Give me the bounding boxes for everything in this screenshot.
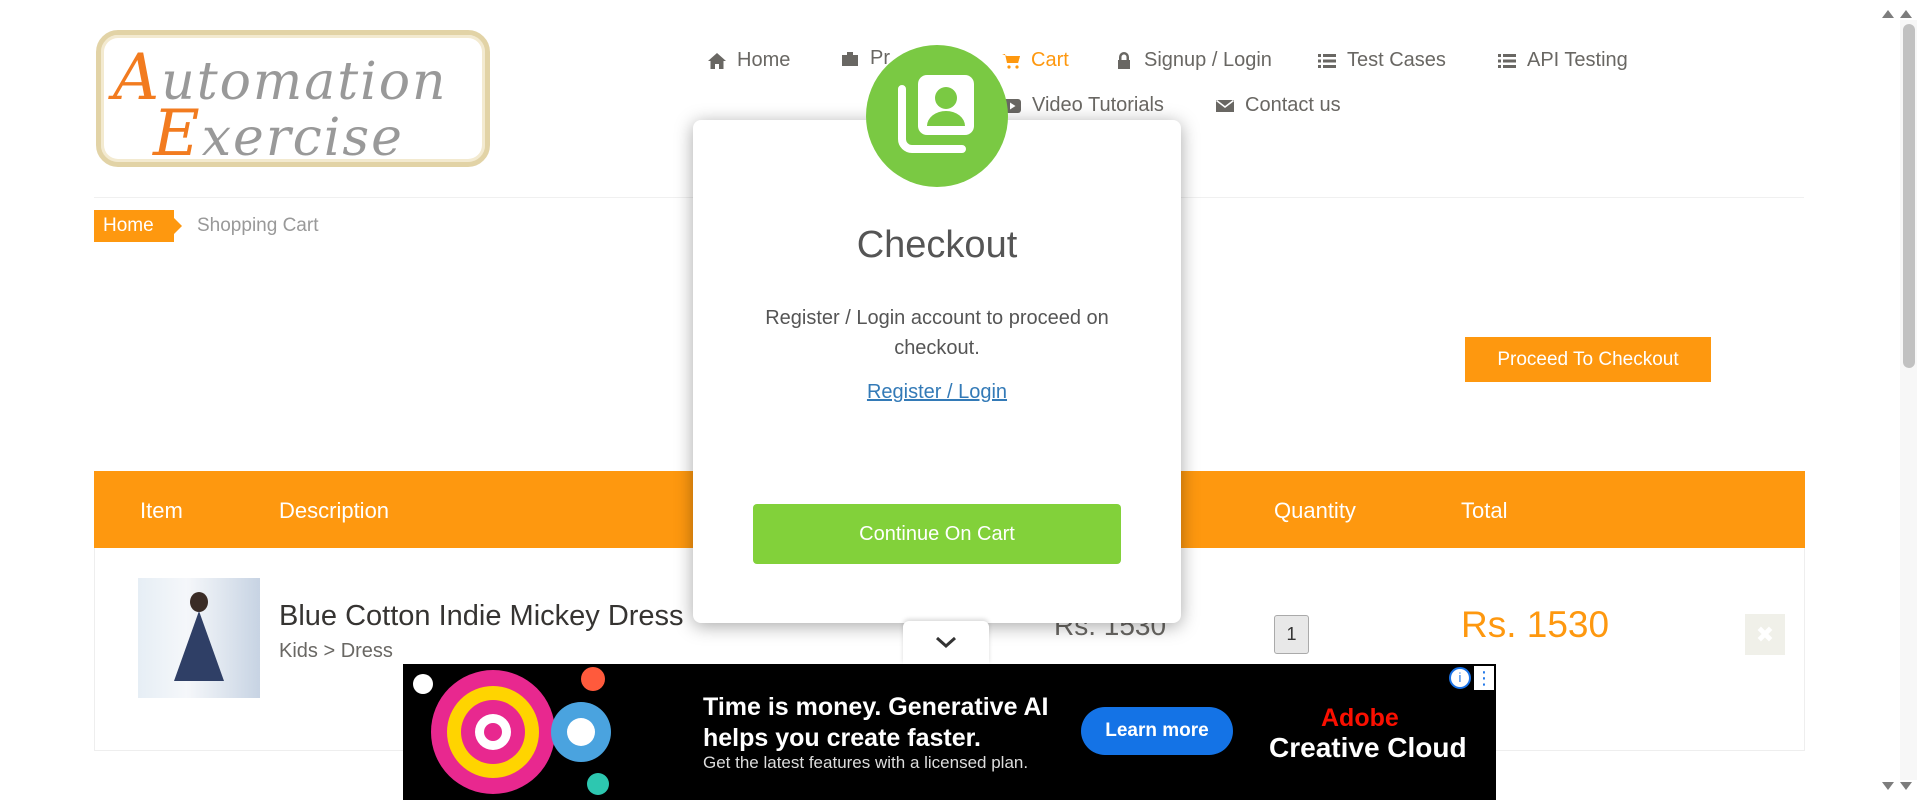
line-total: Rs. 1530	[1461, 604, 1610, 645]
product-image-figure-dress	[174, 611, 224, 681]
breadcrumb-home[interactable]: Home	[94, 210, 182, 242]
header-quantity: Quantity	[1274, 498, 1356, 523]
modal-title: Checkout	[856, 224, 1018, 266]
modal-message: Register / Login account to proceed on c…	[765, 307, 1109, 359]
continue-on-cart-button[interactable]: Continue On Cart	[753, 504, 1121, 564]
learn-more-button[interactable]: Learn more	[1081, 707, 1233, 755]
proceed-to-checkout-button[interactable]: Proceed To Checkout	[1465, 337, 1711, 382]
register-login-link[interactable]: Register / Login	[693, 381, 1181, 404]
briefcase-icon	[842, 51, 858, 66]
mandala-icon	[413, 667, 611, 795]
ad-menu-icon[interactable]: ⋮	[1474, 666, 1494, 690]
nav-contact-label: Contact us	[1245, 94, 1341, 116]
nav-home[interactable]: Home	[707, 49, 790, 72]
site-logo[interactable]: Automation Exercise	[96, 30, 490, 171]
nav-cart[interactable]: Cart	[1001, 49, 1069, 72]
nav-home-label: Home	[737, 49, 791, 71]
breadcrumb-current: Shopping Cart	[197, 215, 319, 236]
nav-test-cases[interactable]: Test Cases	[1317, 49, 1446, 72]
close-icon: ✖	[1755, 622, 1775, 647]
nav-signup-label: Signup / Login	[1144, 49, 1272, 71]
nav-signup-login[interactable]: Signup / Login	[1114, 49, 1272, 72]
nav-video-tutorials[interactable]: Video Tutorials	[1002, 94, 1164, 117]
ad-collapse-button[interactable]	[903, 621, 989, 664]
list-icon	[1318, 53, 1336, 68]
ad-headline: Time is money. Generative AI helps you cr…	[703, 693, 1049, 752]
ad-brand-creative-cloud: Creative Cloud	[1269, 732, 1467, 763]
delete-item-button[interactable]: ✖	[1745, 614, 1785, 655]
nav-test-cases-label: Test Cases	[1347, 49, 1446, 71]
product-category: Kids > Dress	[279, 640, 393, 662]
header-total: Total	[1461, 498, 1508, 523]
scroll-up-icon[interactable]	[1878, 4, 1918, 24]
user-contacts-icon	[866, 45, 1008, 187]
nav-cart-label: Cart	[1031, 49, 1069, 71]
lock-icon	[1118, 51, 1130, 69]
nav-api-testing[interactable]: API Testing	[1497, 49, 1628, 72]
ad-brand-adobe: Adobe	[1321, 704, 1399, 732]
envelope-icon	[1216, 99, 1234, 112]
header-description: Description	[279, 498, 390, 523]
scroll-down-icon[interactable]	[1878, 778, 1918, 798]
nav-api-testing-label: API Testing	[1527, 49, 1628, 71]
ad-banner[interactable]: Time is money. Generative AI helps you cr…	[403, 664, 1496, 800]
ad-subtext: Get the latest features with a licensed …	[703, 753, 1029, 772]
header-item: Item	[140, 498, 183, 523]
product-image-figure-head	[190, 592, 208, 612]
product-image[interactable]	[138, 578, 260, 698]
nav-video-label: Video Tutorials	[1032, 94, 1164, 116]
ad-info-icon[interactable]: i	[1449, 667, 1471, 689]
scrollbar-thumb[interactable]	[1903, 24, 1915, 368]
product-name[interactable]: Blue Cotton Indie Mickey Dress	[279, 600, 684, 633]
home-icon	[708, 52, 726, 69]
chevron-down-icon	[936, 636, 956, 649]
logo-line-2: Exercise	[153, 97, 404, 171]
nav-contact-us[interactable]: Contact us	[1215, 94, 1341, 117]
quantity-value: 1	[1274, 615, 1309, 654]
list-icon	[1498, 53, 1516, 68]
